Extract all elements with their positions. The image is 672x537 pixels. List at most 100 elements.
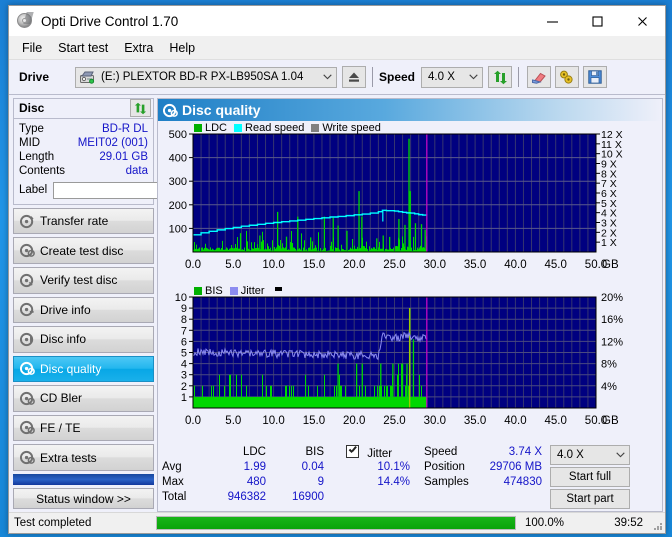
status-bar: Test completed 100.0% 39:52 xyxy=(9,512,665,533)
menu-item-start-test[interactable]: Start test xyxy=(50,39,116,57)
main-panel: Disc quality LDC Read speed Write speed … xyxy=(157,95,665,512)
test-speed-value: 4.0 X xyxy=(557,449,584,461)
results-row-max-label: Max xyxy=(162,476,184,488)
sidebar-item-create-test-disc[interactable]: Create test disc xyxy=(13,237,154,264)
sidebar-item-drive-info[interactable]: Drive info xyxy=(13,296,154,324)
window-controls xyxy=(530,6,665,36)
content-area: Disc Type BD-R DL MID MEIT02 (001) Lengt… xyxy=(9,95,665,512)
drive-select-value: (E:) PLEXTOR BD-R PX-LB950SA 1.04 xyxy=(101,71,304,83)
speed-select[interactable]: 4.0 X xyxy=(421,66,484,88)
results-bis-max: 9 xyxy=(317,476,324,488)
write-speed-legend-label: Write speed xyxy=(322,122,381,134)
results-row-total-label: Total xyxy=(162,491,187,503)
sidebar-item-disc-quality[interactable]: Disc quality xyxy=(13,355,154,383)
sidebar-item-verify-test-disc[interactable]: Verify test disc xyxy=(13,266,154,294)
sidebar-item-label: Create test disc xyxy=(40,243,124,258)
disc-field-type-value: BD-R DL xyxy=(101,122,148,135)
results-row-labels: Avg Max Total xyxy=(162,445,204,509)
tools-button[interactable] xyxy=(555,66,580,88)
chevron-down-icon xyxy=(318,74,336,80)
disc-test-icon xyxy=(158,103,182,118)
svg-text:2: 2 xyxy=(181,381,187,393)
results-col-ldc-header: LDC xyxy=(242,446,266,458)
drive-label: Drive xyxy=(19,70,50,84)
sidebar-item-label: Disc quality xyxy=(40,361,102,376)
sidebar-item-cd-bler[interactable]: CD Bler xyxy=(13,385,154,412)
eraser-button[interactable] xyxy=(527,66,552,88)
menu-item-help[interactable]: Help xyxy=(161,39,203,57)
disc-field-mid: MID MEIT02 (001) xyxy=(19,136,148,150)
legend-extra-marker xyxy=(274,287,282,291)
minimize-icon[interactable] xyxy=(530,6,575,36)
sidebar-item-label: Verify test disc xyxy=(40,273,118,288)
panel-title: Disc quality xyxy=(182,102,261,118)
app-disc-icon xyxy=(16,12,34,30)
svg-text:4%: 4% xyxy=(601,381,617,393)
bis-legend-label: BIS xyxy=(205,285,223,297)
jitter-checkbox[interactable] xyxy=(346,445,359,458)
disc-field-length: Length 29.01 GB xyxy=(19,150,148,164)
sidebar-item-disc-info[interactable]: Disc info xyxy=(13,326,154,353)
save-button[interactable] xyxy=(583,66,608,88)
maximize-icon[interactable] xyxy=(575,6,620,36)
disc-field-length-value: 29.01 GB xyxy=(99,150,148,163)
results-jitter-max: 14.4% xyxy=(377,476,410,488)
panel-header: Disc quality xyxy=(158,99,662,121)
close-icon[interactable] xyxy=(620,6,665,36)
svg-text:15.0: 15.0 xyxy=(303,259,325,271)
jitter-checkbox-row[interactable]: Jitter xyxy=(346,445,410,460)
toolbar-divider-2 xyxy=(518,67,520,87)
progress-fill xyxy=(157,517,515,529)
svg-text:5: 5 xyxy=(181,348,187,360)
svg-text:8: 8 xyxy=(181,314,187,326)
results-col-jitter: Jitter 10.1% 14.4% xyxy=(346,445,410,509)
refresh-button[interactable] xyxy=(488,66,513,88)
svg-text:15.0: 15.0 xyxy=(303,415,325,427)
bis-plot: 12345678910 4% 8% 12% 16% 20% 0.0 5.0 10.0 15.0 20… xyxy=(175,292,623,427)
status-window-button[interactable]: Status window >> xyxy=(13,488,154,509)
disc-test-icon xyxy=(14,391,40,406)
results-header-blank xyxy=(162,445,204,460)
results-meta-labels: Speed Position Samples xyxy=(424,445,476,509)
menu-item-extra[interactable]: Extra xyxy=(116,39,161,57)
disc-label-caption: Label xyxy=(19,184,48,197)
results-col-bis-header: BIS xyxy=(305,446,324,458)
start-full-button[interactable]: Start full xyxy=(550,467,630,487)
sidebar-item-label: CD Bler xyxy=(40,391,83,406)
sidebar-item-label: FE / TE xyxy=(40,420,81,435)
sidebar-blue-strip xyxy=(13,473,154,486)
test-speed-select[interactable]: 4.0 X xyxy=(550,445,630,465)
disc-refresh-button[interactable] xyxy=(130,99,151,118)
drive-select[interactable]: (E:) PLEXTOR BD-R PX-LB950SA 1.04 xyxy=(75,66,337,88)
sidebar-item-transfer-rate[interactable]: Transfer rate xyxy=(13,207,154,235)
disc-test-icon xyxy=(14,450,40,465)
ldc-legend-swatch xyxy=(194,124,202,132)
disc-field-mid-value: MEIT02 (001) xyxy=(77,136,148,149)
svg-text:20.0: 20.0 xyxy=(343,415,365,427)
results-row-avg-label: Avg xyxy=(162,461,182,473)
read-speed-legend-label: Read speed xyxy=(245,122,305,134)
sidebar-item-extra-tests[interactable]: Extra tests xyxy=(13,444,154,471)
disc-test-icon xyxy=(14,332,40,347)
eject-button[interactable] xyxy=(342,66,366,88)
resize-grip-icon[interactable] xyxy=(649,516,663,530)
drive-icon xyxy=(76,71,95,84)
svg-text:GB: GB xyxy=(602,415,619,427)
results-bis-avg: 0.04 xyxy=(301,461,324,473)
svg-text:7: 7 xyxy=(181,325,187,337)
sidebar-item-label: Extra tests xyxy=(40,450,97,465)
read-speed-legend-swatch xyxy=(234,124,243,132)
bis-chart-legend: BIS Jitter xyxy=(194,285,282,297)
svg-text:3: 3 xyxy=(181,370,187,382)
disc-label-row: Label xyxy=(19,180,258,200)
sidebar-item-fe-te[interactable]: FE / TE xyxy=(13,414,154,442)
svg-text:10: 10 xyxy=(175,292,187,304)
svg-text:200: 200 xyxy=(169,200,187,212)
svg-text:500: 500 xyxy=(169,129,187,141)
menu-item-file[interactable]: File xyxy=(14,39,50,57)
results-table: Avg Max Total LDC 1.99 480 946382 BIS 0.… xyxy=(162,445,324,509)
progress-percent: 100.0% xyxy=(525,517,565,529)
ldc-chart: LDC Read speed Write speed 100 200 300 400 5… xyxy=(158,121,662,284)
start-part-button[interactable]: Start part xyxy=(550,489,630,509)
svg-text:8%: 8% xyxy=(601,359,617,371)
